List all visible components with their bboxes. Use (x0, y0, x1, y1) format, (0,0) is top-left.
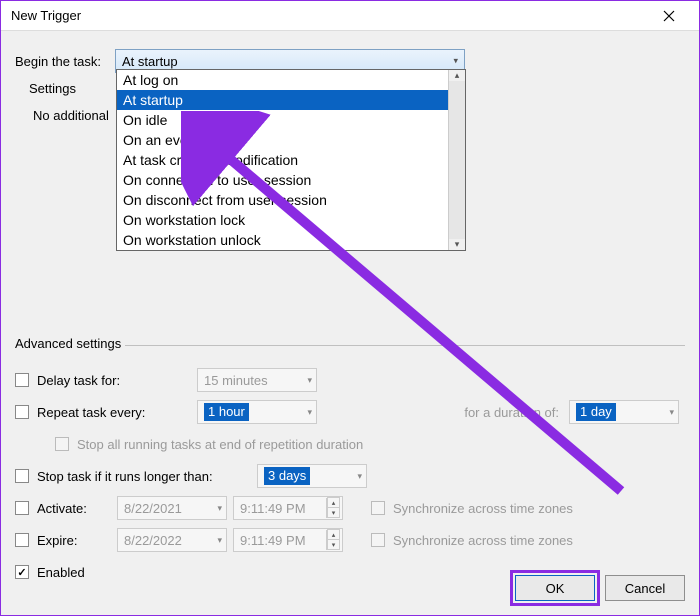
sync-expire-label: Synchronize across time zones (393, 533, 573, 548)
ok-button[interactable]: OK (515, 575, 595, 601)
activate-label: Activate: (37, 501, 117, 516)
scroll-down-icon[interactable]: ▾ (455, 239, 460, 250)
dropdown-option[interactable]: At task creation/modification (117, 150, 448, 170)
chevron-down-icon: ▾ (357, 471, 362, 482)
advanced-legend: Advanced settings (15, 336, 125, 351)
stop-if-row: Stop task if it runs longer than: 3 days… (15, 463, 685, 489)
ok-button-label: OK (546, 581, 565, 596)
dropdown-option[interactable]: At log on (117, 70, 448, 90)
dropdown-option[interactable]: On workstation lock (117, 210, 448, 230)
activate-date-field[interactable]: 8/22/2021 ▾ (117, 496, 227, 520)
dialog-footer: OK Cancel (515, 575, 685, 601)
duration-value: 1 day (576, 403, 616, 421)
repeat-row: Repeat task every: 1 hour ▾ for a durati… (15, 399, 685, 425)
sync-activate-label: Synchronize across time zones (393, 501, 573, 516)
expire-time: 9:11:49 PM (240, 533, 306, 548)
expire-date-field[interactable]: 8/22/2022 ▾ (117, 528, 227, 552)
stop-if-label: Stop task if it runs longer than: (37, 469, 257, 484)
stop-all-row: Stop all running tasks at end of repetit… (15, 431, 685, 457)
dropdown-scrollbar[interactable]: ▴ ▾ (448, 70, 465, 250)
repeat-label: Repeat task every: (37, 405, 197, 420)
dropdown-option[interactable]: On disconnect from user session (117, 190, 448, 210)
stop-all-checkbox (55, 437, 69, 451)
expire-row: Expire: 8/22/2022 ▾ 9:11:49 PM ▴▾ Synchr… (15, 527, 685, 553)
activate-date: 8/22/2021 (124, 501, 182, 516)
stop-if-value-field[interactable]: 3 days ▾ (257, 464, 367, 488)
window-title: New Trigger (11, 8, 649, 23)
repeat-checkbox[interactable] (15, 405, 29, 419)
delay-value: 15 minutes (204, 373, 268, 388)
stop-if-checkbox[interactable] (15, 469, 29, 483)
begin-task-value: At startup (122, 54, 178, 69)
dropdown-option[interactable]: On idle (117, 110, 448, 130)
close-button[interactable] (649, 1, 689, 31)
enabled-checkbox[interactable] (15, 565, 29, 579)
dropdown-option[interactable]: On connection to user session (117, 170, 448, 190)
delay-checkbox[interactable] (15, 373, 29, 387)
expire-time-field[interactable]: 9:11:49 PM ▴▾ (233, 528, 343, 552)
chevron-down-icon: ▾ (307, 375, 312, 386)
dropdown-option[interactable]: On workstation unlock (117, 230, 448, 250)
delay-row: Delay task for: 15 minutes ▾ (15, 367, 685, 393)
calendar-icon: ▾ (217, 503, 222, 514)
chevron-down-icon: ▾ (669, 407, 674, 418)
time-spinner[interactable]: ▴▾ (326, 498, 340, 518)
cancel-button-label: Cancel (625, 581, 665, 596)
activate-time-field[interactable]: 9:11:49 PM ▴▾ (233, 496, 343, 520)
dialog-content: Begin the task: At startup ▾ Settings No… (1, 31, 699, 585)
expire-checkbox[interactable] (15, 533, 29, 547)
scroll-track[interactable] (449, 81, 465, 239)
repeat-value-field[interactable]: 1 hour ▾ (197, 400, 317, 424)
advanced-settings-group: Advanced settings Delay task for: 15 min… (15, 345, 685, 585)
dropdown-option[interactable]: At startup (117, 90, 448, 110)
sync-activate-checkbox (371, 501, 385, 515)
stop-all-label: Stop all running tasks at end of repetit… (77, 437, 363, 452)
duration-label: for a duration of: (464, 405, 559, 420)
delay-label: Delay task for: (37, 373, 197, 388)
calendar-icon: ▾ (217, 535, 222, 546)
begin-task-label: Begin the task: (15, 54, 115, 69)
repeat-value: 1 hour (204, 403, 249, 421)
dropdown-option[interactable]: On an event (117, 130, 448, 150)
scroll-up-icon[interactable]: ▴ (455, 70, 460, 81)
duration-value-field[interactable]: 1 day ▾ (569, 400, 679, 424)
chevron-down-icon: ▾ (307, 407, 312, 418)
expire-date: 8/22/2022 (124, 533, 182, 548)
delay-value-field[interactable]: 15 minutes ▾ (197, 368, 317, 392)
begin-task-dropdown[interactable]: At log on At startup On idle On an event… (116, 69, 466, 251)
cancel-button[interactable]: Cancel (605, 575, 685, 601)
activate-checkbox[interactable] (15, 501, 29, 515)
expire-label: Expire: (37, 533, 117, 548)
stop-if-value: 3 days (264, 467, 310, 485)
activate-time: 9:11:49 PM (240, 501, 306, 516)
sync-expire-checkbox (371, 533, 385, 547)
chevron-down-icon: ▾ (453, 56, 458, 67)
titlebar: New Trigger (1, 1, 699, 31)
time-spinner[interactable]: ▴▾ (326, 530, 340, 550)
activate-row: Activate: 8/22/2021 ▾ 9:11:49 PM ▴▾ Sync… (15, 495, 685, 521)
enabled-label: Enabled (37, 565, 85, 580)
dropdown-list: At log on At startup On idle On an event… (117, 70, 448, 250)
